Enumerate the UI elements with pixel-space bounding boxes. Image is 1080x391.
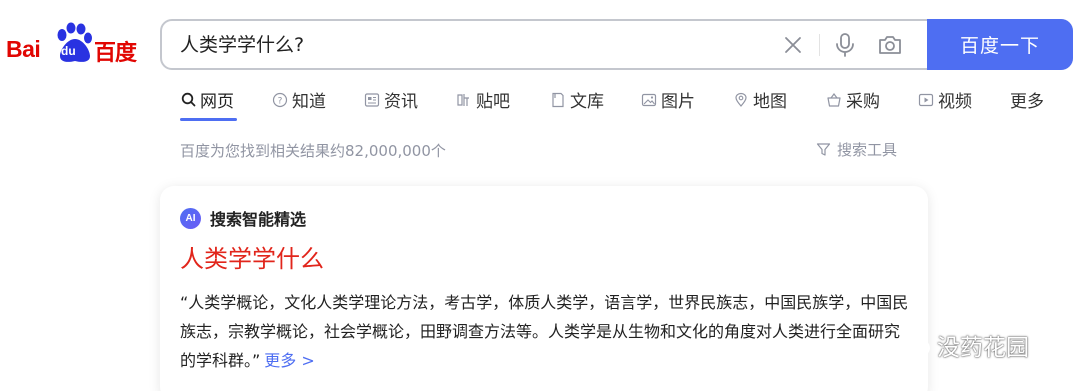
camera-icon[interactable] — [876, 31, 904, 59]
tab-label: 图片 — [661, 92, 695, 112]
question-circle-icon: ? — [272, 92, 288, 108]
image-icon — [641, 92, 657, 108]
tab-label: 视频 — [938, 92, 972, 112]
more-link[interactable]: 更多 > — [264, 351, 315, 370]
tab-video[interactable]: 视频 — [918, 87, 972, 112]
news-icon — [364, 92, 380, 108]
watermark-text: 没药花园 — [937, 335, 1029, 361]
tab-news[interactable]: 资讯 — [364, 87, 418, 112]
search-divider — [819, 34, 820, 56]
tab-map[interactable]: 地图 — [733, 87, 787, 112]
tab-label: 采购 — [846, 92, 880, 112]
video-play-icon — [918, 92, 934, 108]
tab-wenku[interactable]: 文库 — [550, 87, 604, 112]
microphone-icon[interactable] — [831, 31, 859, 59]
active-tab-indicator — [180, 118, 237, 121]
tieba-icon — [456, 92, 472, 108]
search-button[interactable]: 百度一下 — [927, 19, 1073, 70]
tab-zhidao[interactable]: ? 知道 — [272, 87, 326, 112]
logo-text-du: du — [61, 44, 76, 58]
tab-web[interactable]: 网页 — [180, 87, 234, 112]
tab-procurement[interactable]: 采购 — [826, 87, 880, 112]
search-icon — [180, 92, 196, 108]
ai-label: 搜索智能精选 — [210, 210, 307, 229]
wechat-watermark: 没药花园 — [895, 328, 1029, 362]
baidu-logo[interactable]: Bai du 百度 — [6, 22, 140, 66]
tab-label: 贴吧 — [476, 92, 510, 112]
tab-label: 资讯 — [384, 92, 418, 112]
result-title-link[interactable]: 人类学学什么 — [180, 239, 324, 274]
tab-images[interactable]: 图片 — [641, 87, 695, 112]
search-tools-button[interactable]: 搜索工具 — [816, 139, 897, 160]
search-tools-label: 搜索工具 — [837, 141, 898, 159]
tab-more[interactable]: 更多 — [1010, 87, 1044, 112]
tab-tieba[interactable]: 贴吧 — [456, 87, 510, 112]
search-input[interactable] — [180, 32, 740, 54]
shopping-basket-icon — [826, 92, 842, 108]
ai-header: AI 搜索智能精选 — [180, 206, 306, 230]
ai-answer-card: AI 搜索智能精选 人类学学什么 “人类学概论，文化人类学理论方法，考古学，体质… — [160, 186, 928, 391]
filter-icon — [816, 142, 831, 157]
tab-label: 地图 — [753, 92, 787, 112]
result-snippet: “人类学概论，文化人类学理论方法，考古学，体质人类学，语言学，世界民族志，中国民… — [180, 288, 915, 375]
result-count: 百度为您找到相关结果约82,000,000个 — [180, 142, 446, 160]
ai-icon: AI — [180, 207, 201, 229]
wechat-icon — [897, 332, 930, 357]
tab-label: 更多 — [1010, 92, 1044, 112]
tab-label: 网页 — [200, 92, 234, 112]
logo-text-latin: Bai — [6, 36, 41, 62]
document-icon — [550, 92, 566, 108]
map-pin-icon — [733, 92, 749, 108]
clear-icon[interactable] — [779, 31, 807, 59]
svg-text:?: ? — [278, 96, 283, 106]
logo-text-cn: 百度 — [94, 41, 137, 66]
tab-label: 知道 — [292, 92, 326, 112]
tab-label: 文库 — [570, 92, 604, 112]
